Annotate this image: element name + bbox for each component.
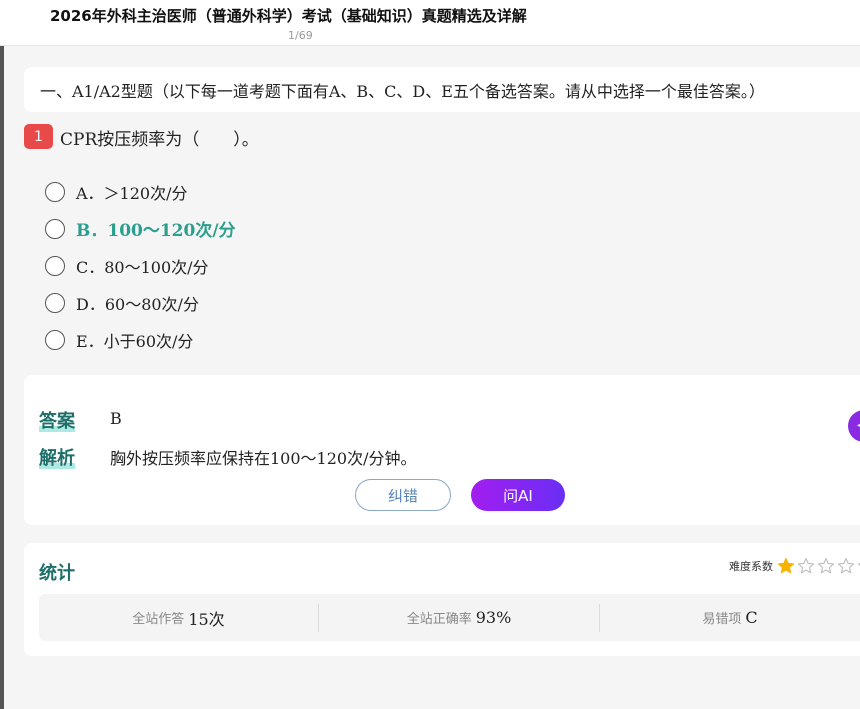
stat-accuracy: 全站正确率 93%: [319, 603, 600, 632]
document-title: 2026年外科主治医师（普通外科学）考试（基础知识）真题精选及详解: [50, 7, 527, 25]
option-a[interactable]: A．＞120次/分: [45, 173, 236, 210]
option-c[interactable]: C．80～100次/分: [45, 247, 236, 284]
option-d[interactable]: D．60～80次/分: [45, 284, 236, 321]
radio-button[interactable]: [45, 329, 65, 350]
radio-button[interactable]: [45, 292, 65, 313]
option-text: A．＞120次/分: [76, 183, 188, 203]
radio-button[interactable]: [45, 218, 65, 239]
answer-label: 答案: [39, 407, 75, 433]
star-empty-icon: [837, 557, 855, 574]
star-empty-icon: [797, 557, 815, 574]
page-indicator: 1/69: [288, 29, 313, 42]
stat-value: C: [745, 608, 758, 627]
difficulty-label: 难度系数: [729, 560, 773, 573]
stat-label: 全站正确率: [406, 612, 472, 627]
option-text: E．小于60次/分: [76, 331, 194, 351]
option-text: B．100～120次/分: [76, 221, 236, 241]
question-stem: CPR按压频率为（ ）。: [60, 130, 259, 150]
question-number-badge: 1: [24, 124, 53, 149]
star-rating: [777, 557, 860, 575]
stat-attempts: 全站作答 15次: [39, 603, 319, 632]
stats-row: 全站作答 15次 全站正确率 93% 易错项 C: [39, 594, 860, 641]
stats-title: 统计: [39, 563, 75, 584]
option-text: C．80～100次/分: [76, 257, 209, 277]
top-bar: 2026年外科主治医师（普通外科学）考试（基础知识）真题精选及详解 1/69: [0, 0, 860, 46]
left-scroll-rail[interactable]: [0, 46, 4, 709]
stat-common-wrong: 易错项 C: [600, 604, 860, 632]
stat-value: 15次: [188, 609, 225, 629]
option-b[interactable]: B．100～120次/分: [45, 210, 236, 247]
star-filled-icon: [777, 557, 795, 574]
section-header: 一、A1/A2型题（以下每一道考题下面有A、B、C、D、E五个备选答案。请从中选…: [24, 67, 860, 112]
stat-label: 易错项: [702, 612, 742, 627]
statistics-card: 统计 难度系数 全站作答 15次 全站正确率 93% 易错项 C: [24, 543, 860, 656]
option-text: D．60～80次/分: [76, 294, 199, 314]
analysis-text: 胸外按压频率应保持在100～120次/分钟。: [110, 449, 417, 468]
stat-value: 93%: [475, 608, 512, 627]
answer-card: 答案 B 解析 胸外按压频率应保持在100～120次/分钟。 纠错 问AI: [24, 375, 860, 525]
report-error-button[interactable]: 纠错: [355, 479, 451, 511]
analysis-label: 解析: [39, 444, 75, 470]
difficulty-rating: 难度系数: [729, 557, 860, 575]
stat-label: 全站作答: [132, 612, 185, 627]
section-title: 一、A1/A2型题（以下每一道考题下面有A、B、C、D、E五个备选答案。请从中选…: [40, 82, 765, 101]
answer-value: B: [110, 409, 122, 428]
option-e[interactable]: E．小于60次/分: [45, 321, 236, 358]
radio-button[interactable]: [45, 255, 65, 276]
answer-options: A．＞120次/分 B．100～120次/分 C．80～100次/分 D．60～…: [45, 173, 236, 358]
radio-button[interactable]: [45, 181, 65, 202]
star-empty-icon: [817, 557, 835, 574]
ask-ai-button[interactable]: 问AI: [471, 479, 565, 511]
